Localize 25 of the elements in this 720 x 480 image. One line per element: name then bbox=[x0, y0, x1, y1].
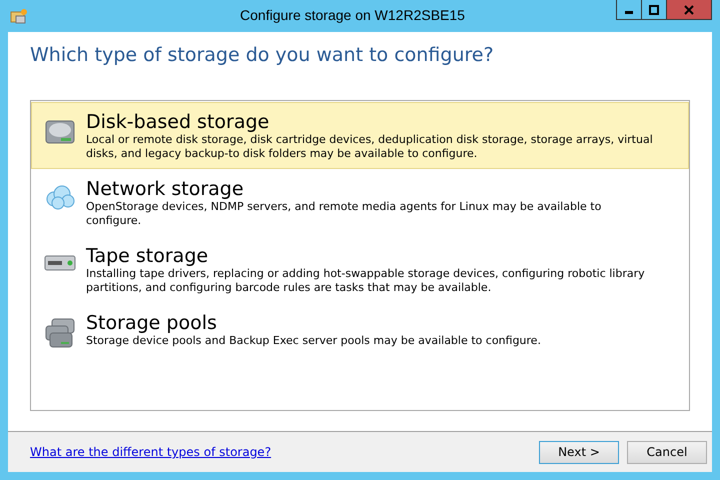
cloud-icon bbox=[44, 184, 76, 210]
option-title: Storage pools bbox=[86, 312, 218, 334]
option-description: Storage device pools and Backup Exec server pools may be available to configure. bbox=[86, 334, 541, 348]
option-title: Network storage bbox=[86, 178, 245, 200]
option-description: Installing tape drivers, replacing or adding hot-swappable storage devices, configuring robotic library partitions, and configuring barcode rules are tasks that may be available. bbox=[86, 267, 646, 295]
option-title: Tape storage bbox=[86, 245, 210, 267]
minimize-icon bbox=[624, 11, 633, 14]
drive-stack-icon bbox=[44, 318, 76, 348]
storage-option[interactable]: Tape storage Installing tape drivers, replacing or adding hot-swappable storage devices, configuring robotic library partitions, and configuring barcode rules are tasks that may be available. bbox=[31, 236, 689, 303]
dialog-button[interactable]: Cancel bbox=[627, 440, 707, 464]
close-icon bbox=[684, 4, 694, 14]
option-title: Disk-based storage bbox=[86, 111, 270, 133]
storage-option[interactable]: Network storage OpenStorage devices, NDMP servers, and remote media agents for Linux may be available to configure. bbox=[31, 169, 689, 236]
maximize-icon bbox=[648, 4, 659, 14]
dialog-button[interactable]: Next > bbox=[539, 440, 619, 464]
option-description: Local or remote disk storage, disk cartridge devices, deduplication disk storage, storage arrays, virtual disks, and legacy backup-to disk folders may be available to configure. bbox=[86, 133, 654, 161]
app-icon bbox=[10, 8, 28, 24]
help-link[interactable]: What are the different types of storage? bbox=[30, 445, 272, 459]
option-description: OpenStorage devices, NDMP servers, and remote media agents for Linux may be available to configure. bbox=[86, 200, 602, 228]
minimize-button[interactable] bbox=[616, 0, 642, 20]
window-title: Configure storage on W12R2SBE15 bbox=[239, 7, 465, 23]
close-button[interactable] bbox=[666, 0, 712, 20]
storage-option[interactable]: Disk-based storage Local or remote disk storage, disk cartridge devices, deduplication disk storage, storage arrays, virtual disks, and legacy backup-to disk folders may be available to configure. bbox=[31, 102, 689, 169]
page-heading: Which type of storage do you want to configure? bbox=[30, 44, 495, 66]
storage-option[interactable]: Storage pools Storage device pools and Backup Exec server pools may be available to configure. bbox=[31, 303, 689, 356]
